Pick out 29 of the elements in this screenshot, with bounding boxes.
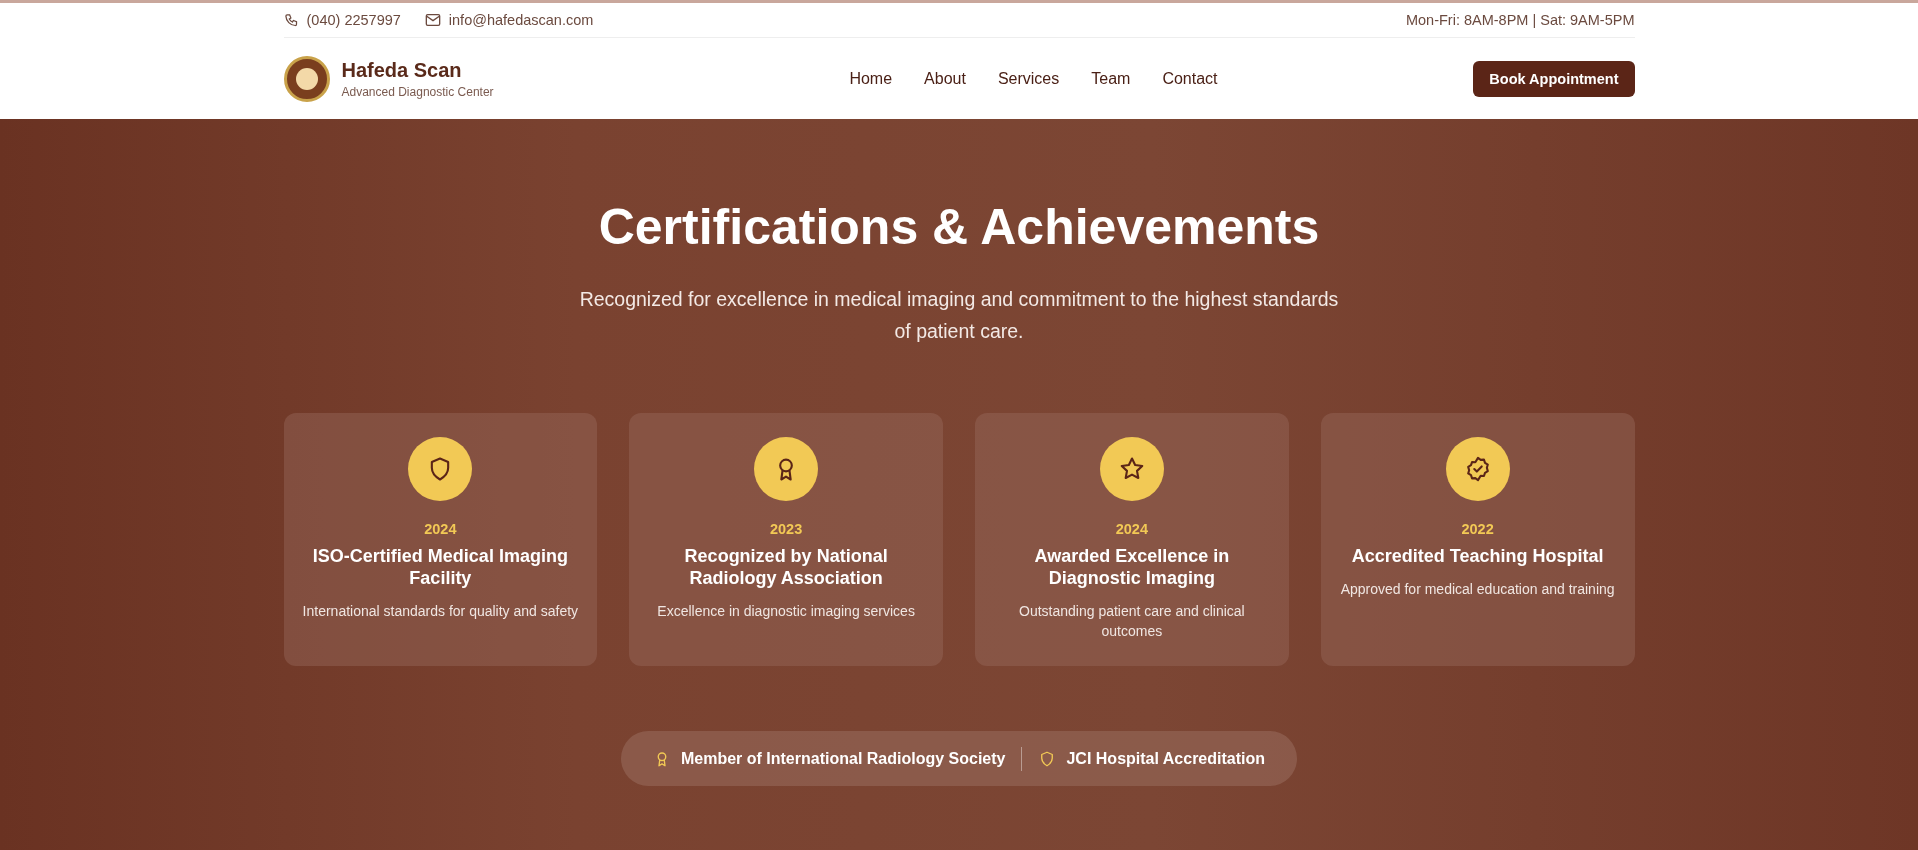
phone-number: (040) 2257997 xyxy=(306,12,401,28)
achievement-title: ISO-Certified Medical Imaging Facility xyxy=(311,545,569,589)
achievement-year: 2023 xyxy=(769,521,804,537)
section-subtitle: Recognized for excellence in medical imaging and commitment to the highest standards of patient care. xyxy=(579,287,1339,344)
membership-label: Member of International Radiology Society xyxy=(680,749,1006,768)
opening-hours: Mon-Fri: 8AM-8PM | Sat: 9AM-5PM xyxy=(1405,12,1635,28)
achievement-year: 2024 xyxy=(1114,521,1149,537)
achievement-year: 2022 xyxy=(1460,521,1495,537)
nav-link[interactable]: About xyxy=(924,69,966,88)
nav-link[interactable]: Home xyxy=(849,69,893,88)
nav-link[interactable]: Team xyxy=(1091,69,1131,88)
achievement-description: Approved for medical education and training xyxy=(1339,580,1616,599)
achievement-title: Accredited Teaching Hospital xyxy=(1350,545,1605,567)
achievement-description: Outstanding patient care and clinical outcomes xyxy=(1018,602,1246,641)
mail-icon xyxy=(424,13,441,27)
phone-icon xyxy=(283,12,299,28)
book-appointment-button[interactable]: Book Appointment xyxy=(1473,60,1635,97)
achievement-title: Recognized by National Radiology Association xyxy=(683,545,889,589)
email-address: info@hafedascan.com xyxy=(448,12,594,28)
membership-label: JCI Hospital Accreditation xyxy=(1066,749,1266,768)
nav-link[interactable]: Services xyxy=(997,69,1060,88)
achievement-year: 2024 xyxy=(423,521,458,537)
achievement-description: Excellence in diagnostic imaging services xyxy=(656,602,916,621)
brand-name: Hafeda Scan xyxy=(341,58,463,82)
nav-link[interactable]: Contact xyxy=(1162,69,1218,88)
section-title: Certifications & Achievements xyxy=(597,198,1321,257)
achievement-description: International standards for quality and safety xyxy=(301,602,580,621)
achievement-title: Awarded Excellence in Diagnostic Imaging xyxy=(1033,545,1231,589)
brand-tagline: Advanced Diagnostic Center xyxy=(341,84,494,99)
